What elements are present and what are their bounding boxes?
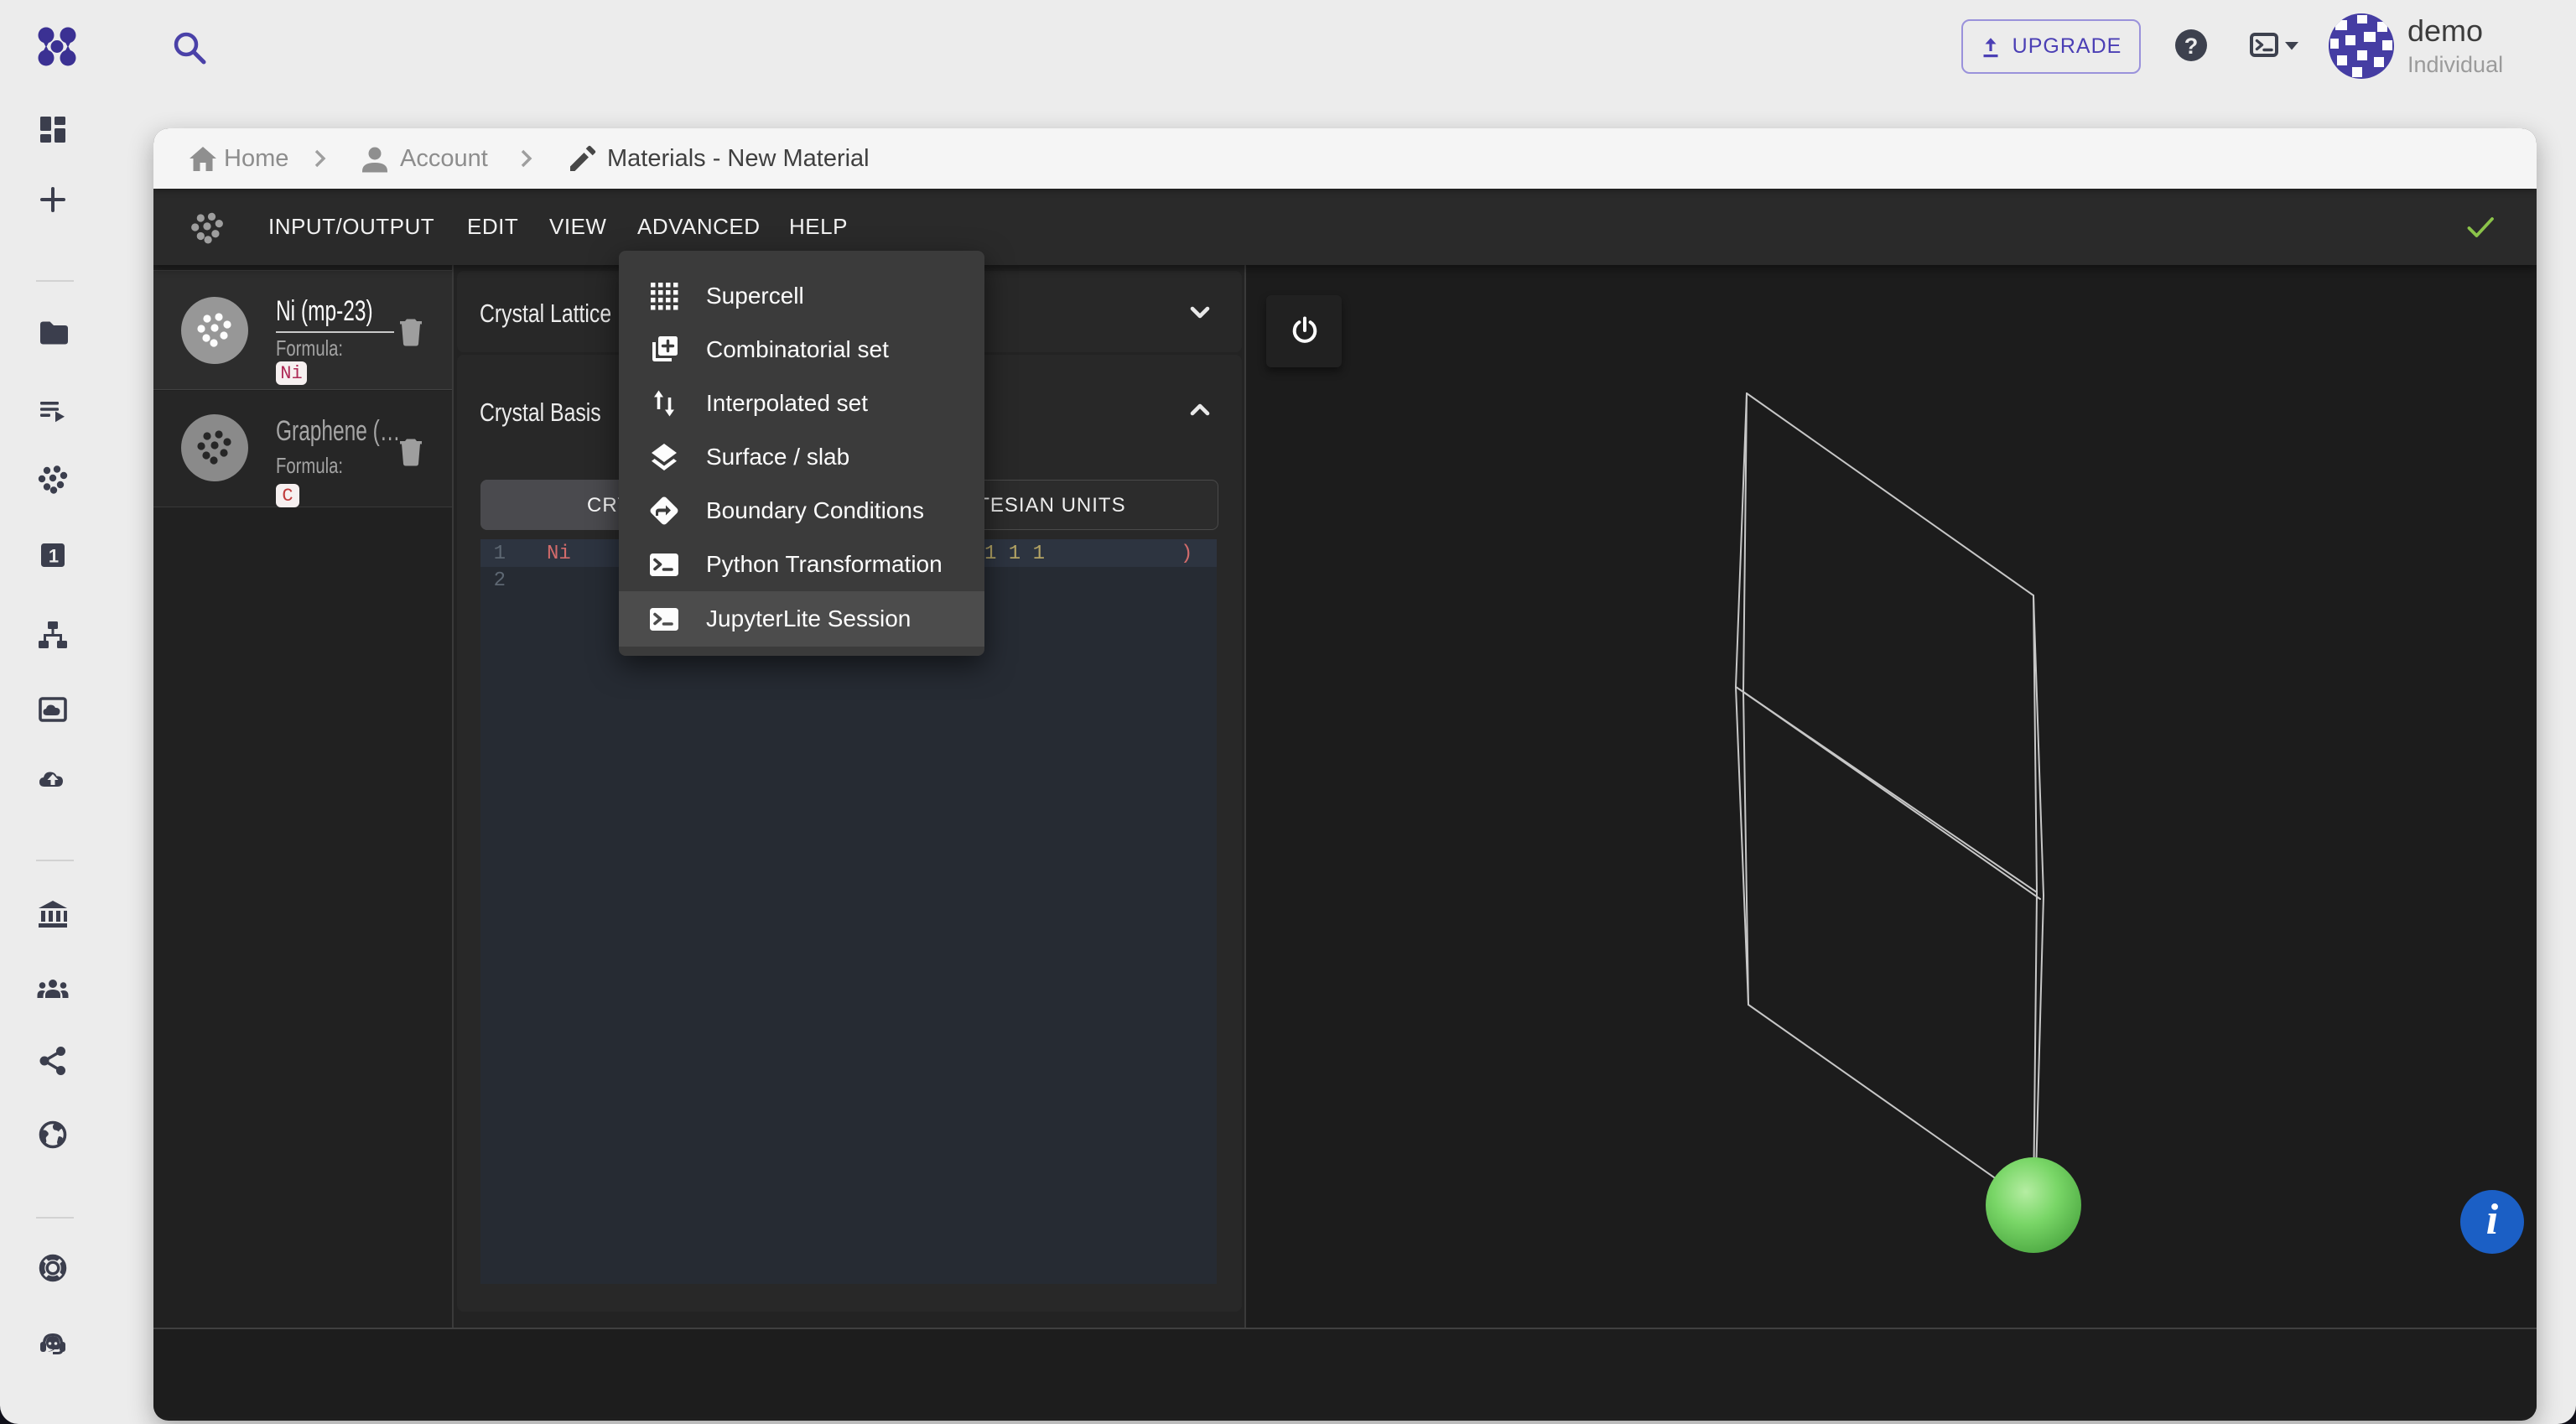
svg-text:1: 1: [49, 546, 59, 567]
